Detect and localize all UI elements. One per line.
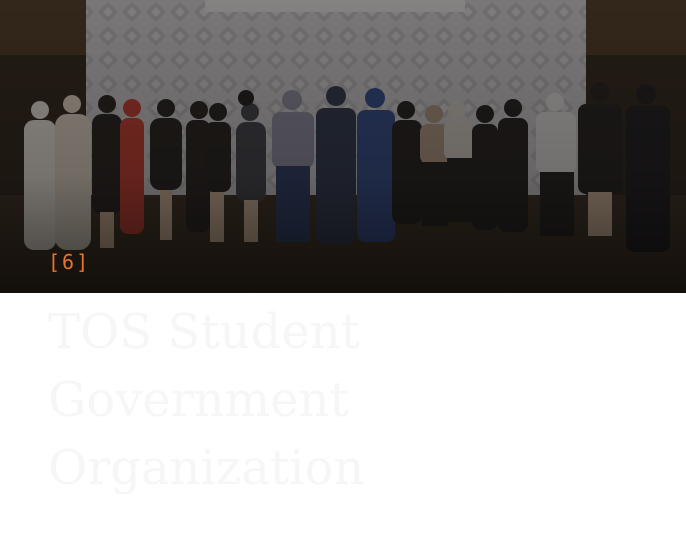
- slide-index-label: [6]: [48, 250, 91, 274]
- page-title: TOS Student Government Organization: [48, 304, 365, 496]
- group-photo: [6]: [0, 0, 686, 293]
- group-photo-image: [0, 0, 686, 293]
- slide-page: [6] TOS Student Government Organization: [0, 0, 686, 550]
